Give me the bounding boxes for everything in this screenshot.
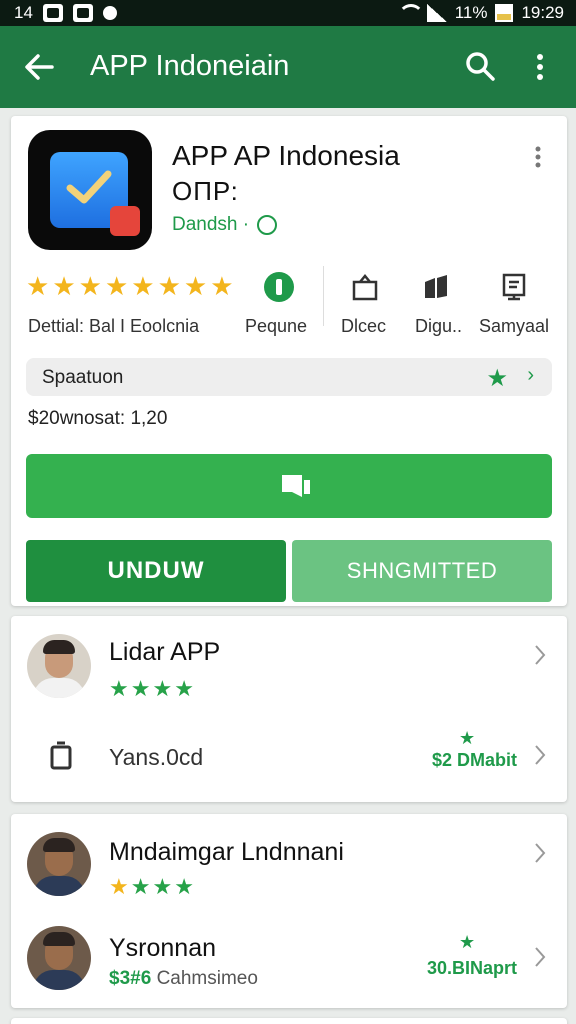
star-icon: ★ bbox=[152, 874, 173, 899]
trash-icon[interactable] bbox=[49, 740, 73, 770]
chevron-right-icon[interactable] bbox=[533, 744, 547, 766]
card-more-icon[interactable] bbox=[531, 144, 545, 170]
item-sub-text: Cahmsimeo bbox=[156, 968, 258, 989]
app-logo-icon bbox=[28, 130, 152, 250]
star-icon: ★ bbox=[130, 874, 151, 899]
star-icon: ★ bbox=[130, 676, 151, 701]
verified-icon bbox=[257, 215, 278, 235]
avatar[interactable] bbox=[27, 832, 91, 896]
item-rating: ★ ★ ★ ★ bbox=[109, 874, 194, 900]
chevron-right-icon: › bbox=[527, 364, 534, 386]
wifi-icon bbox=[397, 4, 424, 22]
status-bar: 14 11% 19:29 bbox=[0, 0, 576, 26]
chevron-right-icon[interactable] bbox=[533, 946, 547, 968]
divider bbox=[323, 266, 324, 326]
star-icon: ★ bbox=[486, 365, 508, 392]
stat-label-shield: Pequne bbox=[245, 316, 308, 336]
back-arrow-icon[interactable] bbox=[22, 50, 56, 84]
avatar[interactable] bbox=[27, 634, 91, 698]
item-price: 30.BINaprt bbox=[426, 958, 517, 978]
star-icon: ★ bbox=[210, 271, 234, 301]
notification-dot-icon bbox=[102, 6, 117, 20]
chat-icon bbox=[282, 475, 310, 497]
star-icon: ★ bbox=[104, 271, 129, 301]
chevron-right-icon[interactable] bbox=[533, 644, 547, 666]
stat-label-bookmark: Digu.. bbox=[415, 316, 463, 336]
star-icon: ★ bbox=[459, 932, 476, 952]
stat-label-device: Samyaal bbox=[479, 316, 550, 336]
list-item-title[interactable]: Ysronnan bbox=[109, 934, 216, 963]
star-icon: ★ bbox=[152, 676, 173, 701]
status-right: 11% 19:29 bbox=[397, 3, 564, 23]
app-subtitle: ОПР: bbox=[172, 176, 239, 206]
bag-icon[interactable] bbox=[350, 272, 380, 302]
price-line: $20wnosat: 1,20 bbox=[28, 408, 168, 429]
device-icon[interactable] bbox=[499, 272, 529, 302]
avatar[interactable] bbox=[27, 926, 91, 990]
developer-name: Dandsh · bbox=[172, 214, 250, 235]
star-icon: ★ bbox=[174, 874, 194, 899]
list-item-title[interactable]: Mndaimgar Lndnnani bbox=[109, 838, 344, 867]
star-icon: ★ bbox=[131, 271, 155, 301]
star-icon: ★ bbox=[183, 271, 208, 301]
status-left: 14 bbox=[14, 3, 117, 23]
section-pill-label: Spaatuon bbox=[42, 367, 124, 388]
app-name: APP AP Indonesia bbox=[172, 140, 400, 171]
signal-icon bbox=[426, 4, 447, 22]
star-icon: ★ bbox=[26, 271, 50, 301]
bookmark-icon[interactable] bbox=[421, 272, 451, 302]
list-item-title[interactable]: Lidar APP bbox=[109, 638, 220, 667]
item-sub-price: $3#6 bbox=[109, 968, 152, 989]
detail-label: Dettial: Bal I Eoolcnia bbox=[28, 316, 200, 336]
star-icon: ★ bbox=[109, 874, 129, 899]
list-item-title[interactable]: Yans.0cd bbox=[109, 744, 203, 771]
gallery-notification-icon bbox=[42, 4, 63, 22]
list-card-partial bbox=[11, 1018, 567, 1024]
battery-percent: 11% bbox=[454, 3, 488, 22]
app-notification-icon bbox=[72, 4, 93, 22]
status-time-left: 14 bbox=[14, 3, 33, 22]
star-icon: ★ bbox=[174, 676, 194, 701]
star-icon: ★ bbox=[52, 271, 76, 301]
list-card: Lidar APP ★ ★ ★ ★ Yans.0cd ★ $2 DMabit bbox=[11, 616, 567, 802]
star-icon: ★ bbox=[109, 676, 129, 701]
star-icon: ★ bbox=[78, 271, 102, 301]
star-icon: ★ bbox=[459, 728, 476, 748]
app-bar: APP Indoneiain bbox=[0, 26, 576, 108]
item-rating: ★ ★ ★ ★ bbox=[109, 676, 194, 702]
page-title: APP Indoneiain bbox=[90, 50, 290, 82]
checkmark-icon bbox=[66, 170, 112, 204]
rating-stars: ★ ★ ★ ★ ★ ★ ★ ★ bbox=[26, 272, 234, 300]
install-button[interactable]: UNDUW bbox=[26, 540, 286, 602]
shield-icon bbox=[264, 272, 294, 302]
secondary-button[interactable]: SHNGMITTED bbox=[292, 540, 552, 602]
stat-label-bag: Dlcec bbox=[341, 316, 387, 336]
search-icon[interactable] bbox=[464, 50, 496, 82]
battery-icon bbox=[495, 4, 514, 22]
chevron-right-icon[interactable] bbox=[533, 842, 547, 864]
list-card: Mndaimgar Lndnnani ★ ★ ★ ★ Ysronnan $3#6… bbox=[11, 814, 567, 1008]
primary-action-button[interactable] bbox=[26, 454, 552, 518]
star-icon: ★ bbox=[157, 271, 181, 301]
list-item-subtitle: $3#6 Cahmsimeo bbox=[109, 968, 258, 990]
developer-row[interactable]: Dandsh · bbox=[172, 214, 278, 236]
item-price: $2 DMabit bbox=[431, 750, 517, 770]
status-time-right: 19:29 bbox=[521, 3, 564, 22]
app-detail-card: APP AP Indonesia ОПР: Dandsh · ★ ★ ★ ★ ★… bbox=[11, 116, 567, 606]
more-vert-icon[interactable] bbox=[530, 52, 550, 82]
section-pill[interactable]: Spaatuon ★ › bbox=[26, 358, 552, 396]
